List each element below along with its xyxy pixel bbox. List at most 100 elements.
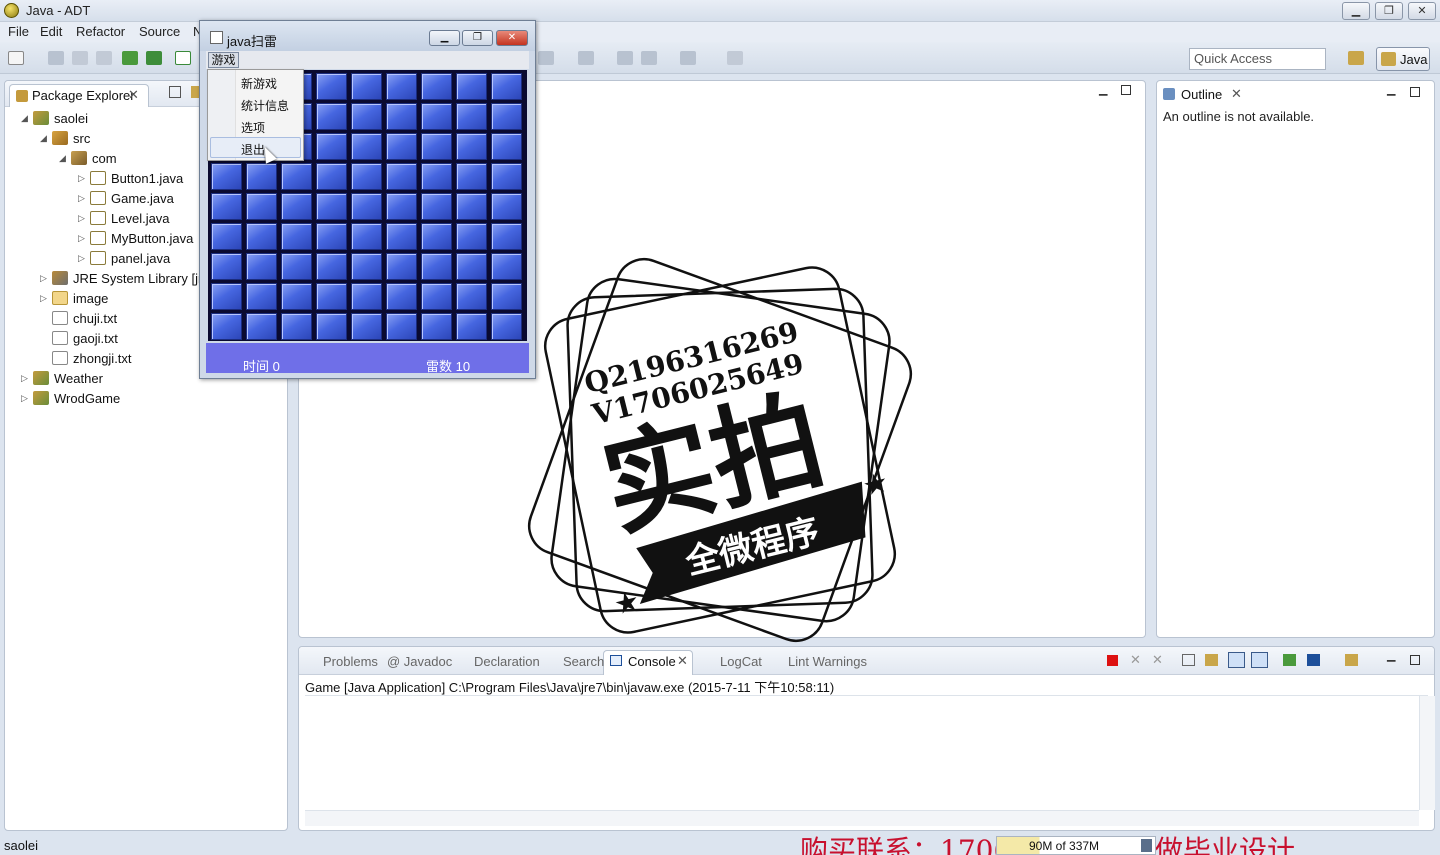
mine-cell[interactable] — [281, 253, 312, 280]
mine-cell[interactable] — [351, 73, 382, 100]
mine-cell[interactable] — [211, 163, 242, 190]
minimize-outline-icon[interactable]: ▁ — [1387, 83, 1395, 96]
show-stdout-icon[interactable] — [1228, 652, 1245, 668]
annotation-icon[interactable] — [578, 51, 594, 65]
quick-access-input[interactable]: Quick Access — [1189, 48, 1326, 70]
minimize-console-icon[interactable]: ▁ — [1387, 649, 1395, 662]
mine-cell[interactable] — [351, 223, 382, 250]
mine-cell[interactable] — [316, 73, 347, 100]
mine-cell[interactable] — [491, 103, 522, 130]
expand-twisty-icon[interactable]: ▷ — [78, 174, 86, 183]
close-tab-icon[interactable]: ✕ — [128, 87, 139, 103]
pin-icon[interactable] — [727, 51, 743, 65]
mine-cell[interactable] — [281, 223, 312, 250]
mine-cell[interactable] — [351, 133, 382, 160]
mine-cell[interactable] — [246, 283, 277, 310]
tab-outline[interactable]: Outline ✕ — [1161, 84, 1251, 106]
tree-item[interactable]: ▷ image — [40, 290, 201, 308]
expand-twisty-icon[interactable]: ▷ — [78, 214, 86, 223]
mine-minimize-button[interactable]: ▁ — [429, 30, 460, 46]
console-output[interactable] — [305, 695, 1435, 826]
mine-cell[interactable] — [386, 223, 417, 250]
menu-refactor[interactable]: Refactor — [76, 24, 125, 39]
expand-twisty-icon[interactable]: ◢ — [59, 154, 67, 163]
maximize-outline-icon[interactable] — [1410, 87, 1420, 97]
tab-search[interactable]: Search — [563, 654, 604, 669]
scroll-lock-icon[interactable] — [1205, 654, 1218, 666]
sdk-manager-icon[interactable] — [146, 51, 162, 65]
mine-cell[interactable] — [386, 73, 417, 100]
tree-item[interactable]: ▷ Game.java — [78, 190, 201, 208]
clear-console-icon[interactable] — [1182, 654, 1195, 666]
mine-cell[interactable] — [316, 283, 347, 310]
menu-item-statistics[interactable]: 统计信息 — [241, 97, 289, 114]
back-icon[interactable] — [641, 51, 657, 65]
mine-cell[interactable] — [386, 133, 417, 160]
mine-cell[interactable] — [351, 163, 382, 190]
horizontal-scrollbar[interactable] — [305, 810, 1419, 826]
mine-cell[interactable] — [246, 253, 277, 280]
mine-cell[interactable] — [491, 73, 522, 100]
mine-cell[interactable] — [491, 163, 522, 190]
mine-cell[interactable] — [421, 73, 452, 100]
terminate-icon[interactable] — [1107, 655, 1118, 666]
mine-cell[interactable] — [456, 313, 487, 340]
mine-cell[interactable] — [386, 103, 417, 130]
tree-item[interactable]: ▷ panel.java — [78, 250, 201, 268]
expand-twisty-icon[interactable]: ▷ — [21, 394, 29, 403]
tree-item[interactable]: ▷ MyButton.java — [78, 230, 201, 248]
mine-cell[interactable] — [386, 193, 417, 220]
tree-item[interactable]: ◢ saolei — [21, 110, 201, 128]
tree-item[interactable]: gaoji.txt — [40, 330, 201, 348]
mine-cell[interactable] — [456, 253, 487, 280]
mine-cell[interactable] — [246, 193, 277, 220]
expand-twisty-icon[interactable]: ◢ — [40, 134, 48, 143]
mine-cell[interactable] — [386, 313, 417, 340]
mine-cell[interactable] — [316, 253, 347, 280]
mine-cell[interactable] — [386, 163, 417, 190]
remove-all-icon[interactable]: ✕ — [1152, 652, 1163, 668]
collapse-all-icon[interactable] — [169, 86, 181, 98]
tree-item[interactable]: ▷ Button1.java — [78, 170, 201, 188]
tab-javadoc[interactable]: @ Javadoc — [387, 654, 452, 669]
expand-twisty-icon[interactable]: ▷ — [78, 234, 86, 243]
mine-restore-button[interactable]: ❐ — [462, 30, 493, 46]
tree-item[interactable]: ◢ com — [59, 150, 201, 168]
mine-cell[interactable] — [421, 313, 452, 340]
mine-cell[interactable] — [281, 163, 312, 190]
mine-cell[interactable] — [421, 253, 452, 280]
new-icon[interactable] — [8, 51, 24, 65]
expand-twisty-icon[interactable]: ▷ — [78, 254, 86, 263]
mine-cell[interactable] — [491, 133, 522, 160]
expand-twisty-icon[interactable]: ▷ — [78, 194, 86, 203]
mine-cell[interactable] — [211, 223, 242, 250]
vertical-scrollbar[interactable] — [1419, 696, 1435, 810]
mine-cell[interactable] — [211, 193, 242, 220]
mine-cell[interactable] — [351, 313, 382, 340]
mine-cell[interactable] — [316, 103, 347, 130]
maximize-editor-icon[interactable] — [1121, 85, 1131, 95]
menu-source[interactable]: Source — [139, 24, 180, 39]
close-console-icon[interactable]: ✕ — [677, 653, 688, 669]
restore-button[interactable]: ❐ — [1375, 2, 1403, 20]
mine-close-button[interactable]: ✕ — [496, 30, 528, 46]
tree-item[interactable]: ◢ src — [40, 130, 201, 148]
save-icon[interactable] — [48, 51, 64, 65]
mine-cell[interactable] — [246, 313, 277, 340]
mine-cell[interactable] — [421, 163, 452, 190]
save-all-icon[interactable] — [72, 51, 88, 65]
garbage-collect-icon[interactable] — [1141, 839, 1152, 852]
mine-cell[interactable] — [351, 193, 382, 220]
mine-cell[interactable] — [316, 313, 347, 340]
tab-package-explorer[interactable]: Package Explorer ✕ — [9, 84, 149, 107]
mine-cell[interactable] — [386, 283, 417, 310]
close-button[interactable]: ✕ — [1408, 2, 1436, 20]
tree-item[interactable]: ▷ JRE System Library [jr — [40, 270, 201, 288]
mine-cell[interactable] — [421, 283, 452, 310]
mine-cell[interactable] — [456, 163, 487, 190]
open-perspective-icon[interactable] — [1348, 51, 1364, 65]
tree-item[interactable]: chuji.txt — [40, 310, 201, 328]
forward-icon[interactable] — [680, 51, 696, 65]
expand-twisty-icon[interactable]: ▷ — [40, 274, 48, 283]
close-outline-icon[interactable]: ✕ — [1231, 86, 1242, 102]
